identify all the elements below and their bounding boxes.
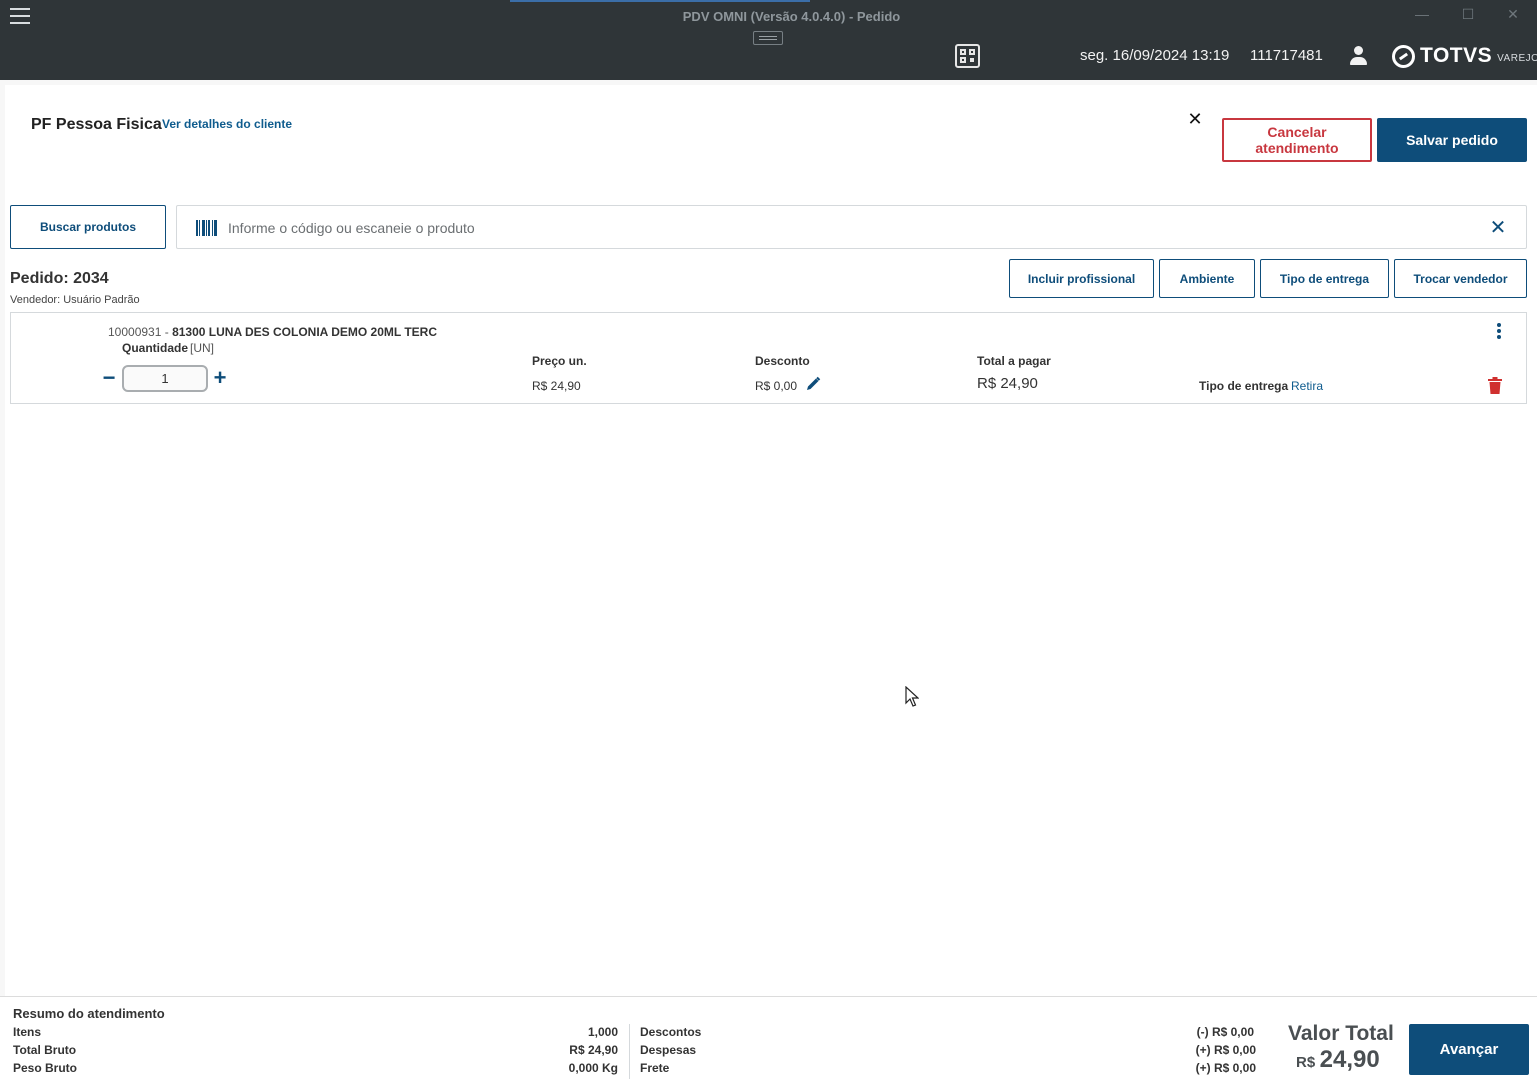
delivery-type-value[interactable]: Retira: [1291, 379, 1323, 393]
client-name: PF Pessoa Fisica: [31, 116, 162, 133]
total-pay-label: Total a pagar: [977, 354, 1051, 368]
total-pay-value: R$ 24,90: [977, 375, 1038, 392]
unit-price-label: Preço un.: [532, 354, 587, 368]
gross-total-value: R$ 24,90: [569, 1043, 618, 1057]
expenses-value: (+) R$ 0,00: [1195, 1043, 1256, 1057]
logo-sub: VAREJO: [1497, 52, 1537, 64]
expenses-label: Despesas: [640, 1043, 697, 1057]
save-order-button[interactable]: Salvar pedido: [1377, 118, 1527, 162]
window-title: PDV OMNI (Versão 4.0.4.0) - Pedido: [682, 9, 901, 24]
quantity-stepper[interactable]: [122, 365, 208, 392]
quantity-unit: [UN]: [190, 341, 214, 355]
discount-label: Desconto: [755, 354, 810, 368]
discount-value: R$ 0,00: [755, 379, 798, 393]
include-professional-button[interactable]: Incluir profissional: [1009, 259, 1154, 298]
gross-weight-label: Peso Bruto: [13, 1061, 78, 1075]
discounts-value: (-) R$ 0,00: [1196, 1025, 1254, 1039]
unit-price-value: R$ 24,90: [532, 379, 581, 393]
environment-button[interactable]: Ambiente: [1159, 259, 1255, 298]
minimize-button[interactable]: —: [1410, 6, 1434, 22]
window-close-button[interactable]: ✕: [1501, 6, 1525, 23]
grand-total-label: Valor Total: [1288, 1022, 1394, 1045]
product-search-input[interactable]: [228, 214, 1468, 242]
terminal-id: 111717481: [1250, 47, 1323, 64]
delivery-type-label: Tipo de entrega: [1199, 379, 1289, 393]
change-seller-button[interactable]: Trocar vendedor: [1394, 259, 1527, 298]
item-code-separator: -: [164, 325, 169, 339]
quantity-decrease-button[interactable]: −: [100, 367, 118, 389]
summary-divider: [629, 1024, 630, 1079]
cancel-service-button[interactable]: Cancelar atendimento: [1222, 118, 1372, 162]
clear-search-icon[interactable]: ✕: [1488, 217, 1508, 239]
close-icon[interactable]: ✕: [1185, 109, 1205, 129]
cursor-arrow-icon: [905, 686, 919, 707]
drag-handle-icon[interactable]: [753, 31, 783, 45]
advance-button[interactable]: Avançar: [1409, 1024, 1529, 1075]
order-title: Pedido: 2034: [10, 270, 109, 287]
totvs-logo-icon: [1392, 44, 1415, 68]
client-details-link[interactable]: Ver detalhes do cliente: [162, 117, 292, 131]
freight-value: (+) R$ 0,00: [1195, 1061, 1256, 1075]
quantity-label: Quantidade: [122, 341, 189, 355]
items-value: 1,000: [587, 1025, 618, 1039]
item-name: 81300 LUNA DES COLONIA DEMO 20ML TERC: [172, 325, 438, 339]
logo-brand: TOTVS: [1420, 44, 1493, 67]
grand-total-amount: 24,90: [1319, 1046, 1380, 1073]
delivery-type-button[interactable]: Tipo de entrega: [1260, 259, 1389, 298]
freight-label: Frete: [640, 1061, 670, 1075]
maximize-button[interactable]: ☐: [1456, 6, 1480, 23]
grand-total-currency: R$: [1296, 1054, 1316, 1071]
qr-code-icon[interactable]: [955, 44, 980, 68]
edit-pencil-icon[interactable]: [805, 376, 821, 392]
header-datetime: seg. 16/09/2024 13:19: [1080, 47, 1230, 64]
user-icon[interactable]: [1349, 46, 1368, 66]
items-label: Itens: [13, 1025, 42, 1039]
gross-total-label: Total Bruto: [13, 1043, 77, 1057]
quantity-increase-button[interactable]: +: [211, 367, 229, 389]
trash-icon[interactable]: [1487, 377, 1503, 394]
grand-total-value: R$ 24,90: [1296, 1046, 1380, 1074]
gross-weight-value: 0,000 Kg: [568, 1061, 618, 1075]
item-code: 10000931: [108, 325, 162, 339]
barcode-icon: [196, 220, 217, 236]
seller-label: Vendedor: Usuário Padrão: [10, 294, 140, 306]
item-code-line: 10000931 - 81300 LUNA DES COLONIA DEMO 2…: [108, 325, 437, 339]
search-products-button[interactable]: Buscar produtos: [10, 205, 166, 249]
totvs-logo: TOTVS VAREJO: [1392, 44, 1537, 68]
summary-title: Resumo do atendimento: [13, 1006, 165, 1021]
title-accent-line: [510, 0, 810, 2]
discounts-label: Descontos: [640, 1025, 702, 1039]
kebab-menu-icon[interactable]: [1494, 323, 1504, 339]
